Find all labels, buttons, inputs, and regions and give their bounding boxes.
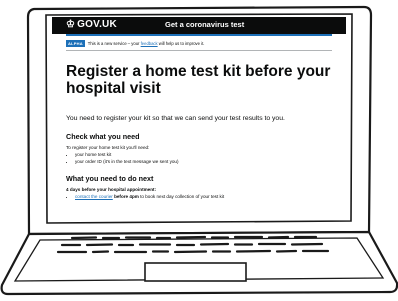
check-list: your home test kit your order ID (it's i…	[66, 151, 332, 165]
phase-tag: ALPHA	[66, 40, 85, 47]
page-title: Register a home test kit before your hos…	[66, 63, 331, 97]
check-intro: To register your home test kit you'll ne…	[66, 145, 150, 150]
govuk-logo[interactable]: ♔ GOV.UK	[66, 19, 117, 30]
step-rest: to book next day collection of your test…	[138, 194, 225, 199]
list-item: your order ID (it's in the text message …	[75, 158, 332, 165]
next-heading: What you need to do next	[66, 174, 154, 183]
list-item: contact the courier before 4pm to book n…	[75, 193, 332, 200]
banner-text-after: will help us to improve it.	[157, 41, 205, 46]
contact-courier-link[interactable]: contact the courier	[75, 194, 113, 199]
browser-screen: ♔ GOV.UK Get a coronavirus test ALPHA Thi…	[52, 17, 346, 215]
banner-text: This is a new service – your feedback wi…	[88, 41, 205, 46]
service-name-link[interactable]: Get a coronavirus test	[165, 20, 244, 29]
govuk-header: ♔ GOV.UK Get a coronavirus test	[52, 17, 346, 34]
step-bold: before 4pm	[112, 194, 139, 199]
list-item: your home test kit	[75, 151, 332, 158]
phase-banner: ALPHA This is a new service – your feedb…	[66, 40, 332, 51]
banner-text-before: This is a new service – your	[87, 41, 141, 46]
check-heading: Check what you need	[66, 132, 140, 141]
logo-text: GOV.UK	[77, 19, 117, 30]
crown-icon: ♔	[66, 19, 76, 30]
header-accent-bar	[66, 34, 332, 36]
lede-paragraph: You need to register your kit so that we…	[66, 115, 285, 122]
feedback-link[interactable]: feedback	[141, 41, 158, 46]
main-content: Register a home test kit before your hos…	[52, 63, 346, 200]
next-list: contact the courier before 4pm to book n…	[66, 193, 332, 200]
next-subheading: 4 days before your hospital appointment:	[66, 187, 157, 192]
